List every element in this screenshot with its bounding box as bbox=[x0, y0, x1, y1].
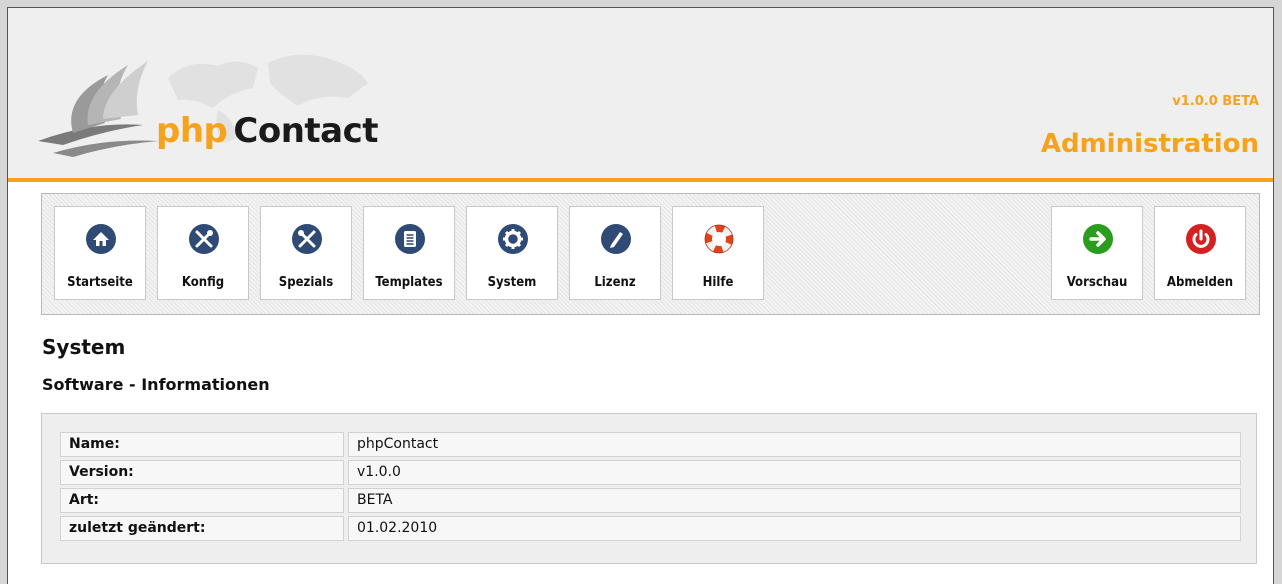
gear-icon bbox=[498, 224, 528, 254]
toolbar-button-abmelden[interactable]: Abmelden bbox=[1154, 206, 1246, 300]
toolbar-button-lizenz[interactable]: Lizenz bbox=[569, 206, 661, 300]
home-icon bbox=[86, 224, 116, 254]
info-value: BETA bbox=[348, 488, 1241, 513]
lifebuoy-icon bbox=[704, 224, 734, 254]
info-key: zuletzt geändert: bbox=[60, 516, 344, 541]
toolbar-label: Startseite bbox=[67, 275, 133, 290]
toolbar-label: Hilfe bbox=[702, 275, 734, 290]
toolbar-label: Spezials bbox=[278, 275, 334, 290]
tools-icon bbox=[189, 224, 219, 254]
section-title: Software - Informationen bbox=[42, 375, 270, 394]
toolbar-label: Templates bbox=[375, 275, 443, 290]
toolbar-label: Abmelden bbox=[1166, 275, 1234, 290]
logo-php: php bbox=[156, 111, 228, 151]
info-value: 01.02.2010 bbox=[348, 516, 1241, 541]
admin-title: Administration bbox=[1040, 129, 1259, 159]
toolbar-label: Lizenz bbox=[594, 275, 636, 290]
document-icon bbox=[395, 224, 425, 254]
header: php Contact v1.0.0 BETA Administration bbox=[8, 8, 1273, 182]
power-icon bbox=[1186, 224, 1216, 254]
info-key: Version: bbox=[60, 460, 344, 485]
toolbar-button-templates[interactable]: Templates bbox=[363, 206, 455, 300]
tools-icon bbox=[292, 224, 322, 254]
table-row: Version: v1.0.0 bbox=[60, 460, 1241, 485]
toolbar: Startseite Konfig Spezials Templates Sys… bbox=[41, 193, 1260, 315]
info-value: phpContact bbox=[348, 432, 1241, 457]
info-value: v1.0.0 bbox=[348, 460, 1241, 485]
toolbar-button-hilfe[interactable]: Hilfe bbox=[672, 206, 764, 300]
app-window: php Contact v1.0.0 BETA Administration St… bbox=[7, 7, 1274, 584]
software-info-table: Name: phpContact Version: v1.0.0 Art: BE… bbox=[41, 413, 1257, 564]
pen-icon bbox=[601, 224, 631, 254]
table-row: zuletzt geändert: 01.02.2010 bbox=[60, 516, 1241, 541]
toolbar-label: Konfig bbox=[181, 275, 225, 290]
table-row: Art: BETA bbox=[60, 488, 1241, 513]
toolbar-label: System bbox=[487, 275, 537, 290]
arrow-right-icon bbox=[1083, 224, 1113, 254]
toolbar-button-konfig[interactable]: Konfig bbox=[157, 206, 249, 300]
page-title: System bbox=[42, 335, 126, 359]
info-key: Name: bbox=[60, 432, 344, 457]
toolbar-button-spezials[interactable]: Spezials bbox=[260, 206, 352, 300]
logo: php Contact bbox=[156, 111, 379, 151]
version-label: v1.0.0 BETA bbox=[1172, 94, 1259, 109]
info-key: Art: bbox=[60, 488, 344, 513]
toolbar-button-startseite[interactable]: Startseite bbox=[54, 206, 146, 300]
toolbar-button-vorschau[interactable]: Vorschau bbox=[1051, 206, 1143, 300]
toolbar-label: Vorschau bbox=[1066, 275, 1128, 290]
table-row: Name: phpContact bbox=[60, 432, 1241, 457]
logo-contact: Contact bbox=[233, 111, 379, 151]
toolbar-button-system[interactable]: System bbox=[466, 206, 558, 300]
